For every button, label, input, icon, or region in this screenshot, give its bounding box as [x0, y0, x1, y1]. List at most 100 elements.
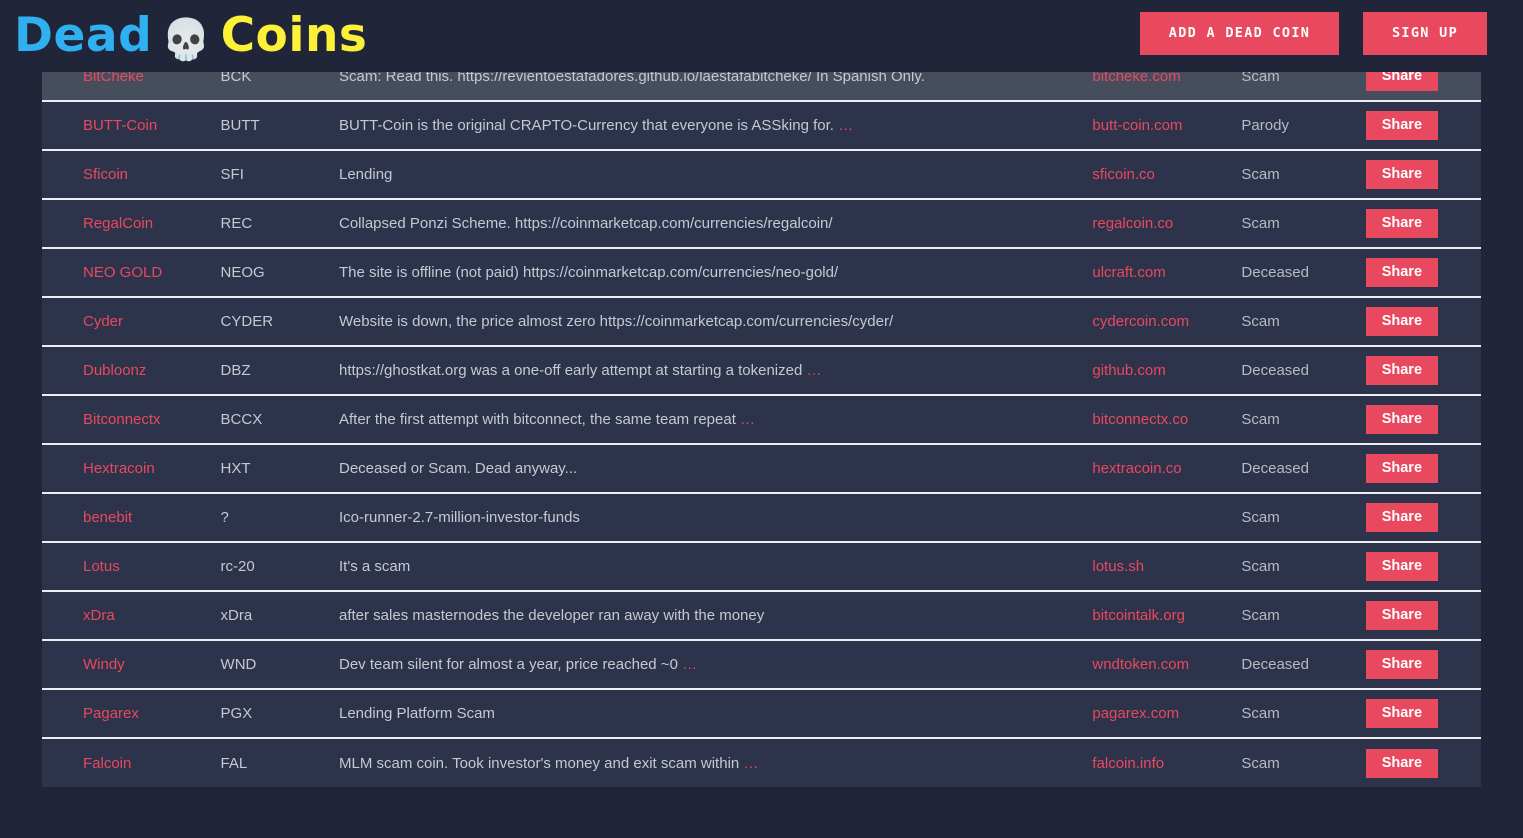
share-button[interactable]: Share	[1365, 405, 1438, 434]
cell-summary: Lending	[330, 150, 1069, 199]
coin-name-link[interactable]: NEO GOLD	[42, 264, 162, 281]
share-button[interactable]: Share	[1365, 258, 1438, 287]
cell-category: Scam	[1241, 705, 1280, 722]
coin-website-link[interactable]: falcoin.info	[1069, 755, 1164, 772]
coin-website-link[interactable]: bitconnectx.co	[1069, 411, 1188, 428]
summary-expand-ellipsis[interactable]: …	[802, 362, 821, 379]
coin-name-link[interactable]: Lotus	[42, 558, 120, 575]
coin-name-link[interactable]: Windy	[42, 656, 125, 673]
coin-name-link[interactable]: Hextracoin	[42, 460, 155, 477]
cell-name: Bitconnectx	[42, 395, 180, 444]
cell-category: Scam	[1241, 166, 1280, 183]
table-row[interactable]: NEO GOLD NEOG The site is offline (not pai…	[42, 248, 1481, 297]
share-button[interactable]: Share	[1365, 454, 1438, 483]
share-button[interactable]: Share	[1365, 601, 1438, 630]
coin-website-link[interactable]: sficoin.co	[1069, 166, 1155, 183]
cell-link: regalcoin.co	[1069, 199, 1228, 248]
share-button[interactable]: Share	[1365, 356, 1438, 385]
cell-code: FAL	[220, 754, 248, 772]
cell-category: Scam	[1241, 411, 1280, 428]
table-row[interactable]: Bitconnectx BCCX After the first attempt w…	[42, 395, 1481, 444]
cell-share: Share	[1350, 101, 1481, 150]
cell-category: Deceased	[1241, 460, 1309, 477]
cell-code: BUTT	[220, 117, 260, 134]
coin-name-link[interactable]: Dubloonz	[42, 362, 146, 379]
cell-name: RegalCoin	[42, 199, 180, 248]
coin-website-link[interactable]: hextracoin.co	[1069, 460, 1181, 477]
cell-share: Share	[1350, 640, 1481, 689]
table-row[interactable]: Pagarex PGX Lending Platform Scam pagarex.c…	[42, 689, 1481, 738]
cell-category: Parody	[1241, 117, 1289, 134]
cell-name: BUTT-Coin	[42, 101, 180, 150]
cell-share: Share	[1350, 444, 1481, 493]
coin-name-link[interactable]: Pagarex	[42, 705, 139, 722]
coin-website-link[interactable]: cydercoin.com	[1069, 313, 1189, 330]
coin-name-link[interactable]: benebit	[42, 509, 132, 526]
table-row[interactable]: BUTT-Coin BUTT BUTT-Coin is the original C…	[42, 101, 1481, 150]
table-row[interactable]: Dubloonz DBZ https://ghostkat.org was a on…	[42, 346, 1481, 395]
cell-link: pagarex.com	[1069, 689, 1228, 738]
table-row[interactable]: Windy WND Dev team silent for almost a yea…	[42, 640, 1481, 689]
share-button[interactable]: Share	[1365, 699, 1438, 728]
share-button[interactable]: Share	[1365, 552, 1438, 581]
coin-website-link[interactable]: pagarex.com	[1069, 705, 1179, 722]
cell-summary: MLM scam coin. Took investor's money and…	[330, 738, 1069, 787]
coin-website-link[interactable]: ulcraft.com	[1069, 264, 1165, 281]
table-row[interactable]: benebit? Ico-runner-2.7-million-investor-…	[42, 493, 1481, 542]
coin-name-link[interactable]: Bitconnectx	[42, 411, 161, 428]
summary-expand-ellipsis[interactable]: …	[834, 117, 853, 134]
coin-website-link[interactable]: butt-coin.com	[1069, 117, 1182, 134]
coin-name-link[interactable]: BUTT-Coin	[42, 117, 157, 134]
table-row[interactable]: Falcoin FAL MLM scam coin. Took investor's…	[42, 738, 1481, 787]
coin-website-link[interactable]: lotus.sh	[1069, 558, 1144, 575]
cell-name: xDra	[42, 591, 180, 640]
cell-name: Lotus	[42, 542, 180, 591]
table-row[interactable]: Sficoin SFI Lending sficoin.co Scam Share	[42, 150, 1481, 199]
cell-code: HXT	[220, 460, 251, 477]
cell-share: Share	[1350, 150, 1481, 199]
cell-link: wndtoken.com	[1069, 640, 1228, 689]
summary-text: Lending	[339, 166, 393, 183]
coin-website-link[interactable]: bitcointalk.org	[1069, 607, 1185, 624]
cell-code: PGX	[220, 705, 253, 722]
cell-name: benebit	[42, 493, 180, 542]
cell-name: Cyder	[42, 297, 180, 346]
cell-summary: Dev team silent for almost a year, price…	[330, 640, 1069, 689]
table-row[interactable]: Lotus rc-20 It's a scam lotus.sh Scam Share	[42, 542, 1481, 591]
cell-name: Dubloonz	[42, 346, 180, 395]
share-button[interactable]: Share	[1365, 160, 1438, 189]
share-button[interactable]: Share	[1365, 650, 1438, 679]
cell-code: NEOG	[220, 264, 265, 281]
share-button[interactable]: Share	[1365, 503, 1438, 532]
coin-name-link[interactable]: xDra	[42, 607, 115, 624]
table-row[interactable]: Cyder CYDER Website is down, the price alm…	[42, 297, 1481, 346]
table-row[interactable]: xDra xDra after sales masternodes the deve…	[42, 591, 1481, 640]
coin-name-link[interactable]: Falcoin	[42, 755, 131, 772]
cell-name: Windy	[42, 640, 180, 689]
summary-expand-ellipsis[interactable]: …	[736, 411, 755, 428]
summary-text: Website is down, the price almost zero h…	[339, 313, 894, 330]
share-button[interactable]: Share	[1365, 748, 1438, 778]
cell-code: CYDER	[220, 313, 274, 330]
coin-website-link[interactable]: wndtoken.com	[1069, 656, 1189, 673]
add-a-dead-coin-button[interactable]: ADD A DEAD COIN	[1140, 12, 1339, 55]
cell-code: DBZ	[220, 362, 251, 379]
summary-expand-ellipsis[interactable]: …	[678, 656, 697, 673]
table-row[interactable]: RegalCoin REC Collapsed Ponzi Scheme. http…	[42, 199, 1481, 248]
cell-code: BCCX	[220, 411, 263, 428]
site-logo[interactable]: Dead 💀 Coins	[14, 6, 367, 70]
share-button[interactable]: Share	[1365, 111, 1438, 140]
coin-name-link[interactable]: Sficoin	[42, 166, 128, 183]
cell-summary: Deceased or Scam. Dead anyway...	[330, 444, 1069, 493]
site-header: Dead 💀 Coins ADD A DEAD COIN SIGN UP	[0, 0, 1523, 72]
sign-up-button[interactable]: SIGN UP	[1363, 12, 1487, 55]
table-row[interactable]: Hextracoin HXT Deceased or Scam. Dead anyw…	[42, 444, 1481, 493]
coin-website-link[interactable]: github.com	[1069, 362, 1165, 379]
cell-name: Sficoin	[42, 150, 180, 199]
share-button[interactable]: Share	[1365, 307, 1438, 336]
share-button[interactable]: Share	[1365, 209, 1438, 238]
coin-name-link[interactable]: RegalCoin	[42, 215, 153, 232]
coin-website-link[interactable]: regalcoin.co	[1069, 215, 1173, 232]
summary-expand-ellipsis[interactable]: …	[739, 755, 758, 772]
coin-name-link[interactable]: Cyder	[42, 313, 123, 330]
